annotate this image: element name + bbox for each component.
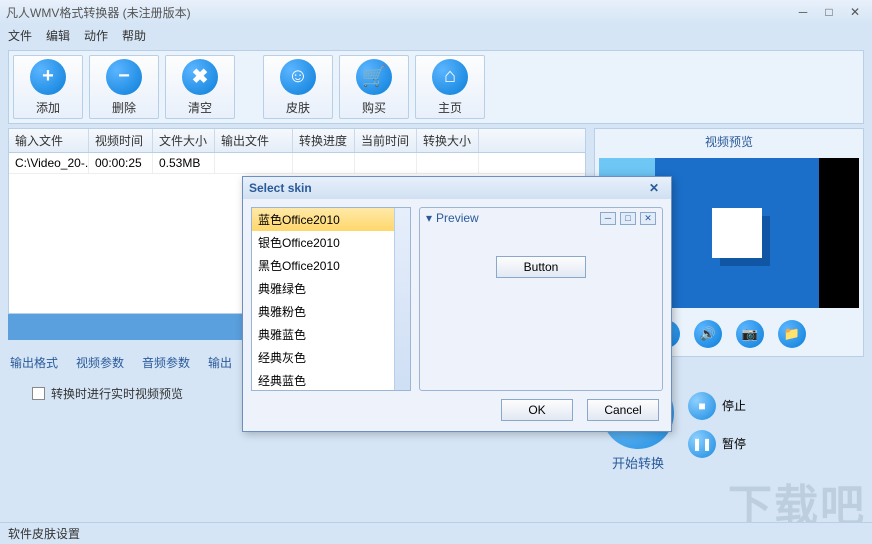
skin-item[interactable]: 经典蓝色 (252, 369, 410, 391)
delete-button[interactable]: −删除 (89, 55, 159, 119)
menu-edit[interactable]: 编辑 (46, 27, 70, 44)
pause-convert-button[interactable]: ❚❚暂停 (688, 430, 746, 458)
smile-icon: ☺ (280, 59, 316, 95)
skin-item[interactable]: 黑色Office2010 (252, 254, 410, 277)
add-button[interactable]: +添加 (13, 55, 83, 119)
start-label: 开始转换 (602, 453, 674, 472)
home-button[interactable]: ⌂主页 (415, 55, 485, 119)
menu-file[interactable]: 文件 (8, 27, 32, 44)
cell-input: C:\Video_20-... (9, 153, 89, 173)
cart-icon: 🛒 (356, 59, 392, 95)
col-curtime[interactable]: 当前时间 (355, 129, 417, 152)
open-folder-button[interactable]: 📁 (778, 320, 806, 348)
dialog-title: Select skin (249, 181, 312, 195)
skin-item[interactable]: 蓝色Office2010 (252, 208, 410, 231)
grid-header: 输入文件 视频时间 文件大小 输出文件 转换进度 当前时间 转换大小 (9, 129, 585, 153)
select-skin-dialog: Select skin ✕ 蓝色Office2010 银色Office2010 … (242, 176, 672, 432)
stop-convert-button[interactable]: ■停止 (688, 392, 746, 420)
preview-max-button[interactable]: □ (620, 212, 636, 225)
skin-item[interactable]: 经典灰色 (252, 346, 410, 369)
skin-item[interactable]: 典雅绿色 (252, 277, 410, 300)
dialog-close-button[interactable]: ✕ (643, 180, 665, 196)
col-input[interactable]: 输入文件 (9, 129, 89, 152)
table-row[interactable]: C:\Video_20-... 00:00:25 0.53MB (9, 153, 585, 174)
menu-help[interactable]: 帮助 (122, 27, 146, 44)
pause-icon: ❚❚ (688, 430, 716, 458)
snapshot-button[interactable]: 📷 (736, 320, 764, 348)
col-output[interactable]: 输出文件 (215, 129, 293, 152)
cell-vtime: 00:00:25 (89, 153, 153, 173)
toolbar: +添加 −删除 ✖清空 ☺皮肤 🛒购买 ⌂主页 (8, 50, 864, 124)
clear-button[interactable]: ✖清空 (165, 55, 235, 119)
title-bar: 凡人WMV格式转换器 (未注册版本) ─ □ ✕ (0, 0, 872, 24)
volume-button[interactable]: 🔊 (694, 320, 722, 348)
ok-button[interactable]: OK (501, 399, 573, 421)
preview-min-button[interactable]: ─ (600, 212, 616, 225)
tab-video-params[interactable]: 视频参数 (76, 350, 124, 375)
preview-close-button[interactable]: ✕ (640, 212, 656, 225)
cancel-button[interactable]: Cancel (587, 399, 659, 421)
tab-audio-params[interactable]: 音频参数 (142, 350, 190, 375)
dialog-titlebar[interactable]: Select skin ✕ (243, 177, 671, 199)
maximize-button[interactable]: □ (818, 4, 840, 20)
skin-button[interactable]: ☺皮肤 (263, 55, 333, 119)
menu-bar: 文件 编辑 动作 帮助 (0, 24, 872, 46)
skin-item[interactable]: 典雅蓝色 (252, 323, 410, 346)
menu-action[interactable]: 动作 (84, 27, 108, 44)
skin-item[interactable]: 银色Office2010 (252, 231, 410, 254)
status-bar: 软件皮肤设置 (0, 522, 872, 544)
col-vtime[interactable]: 视频时间 (89, 129, 153, 152)
skin-item[interactable]: 典雅粉色 (252, 300, 410, 323)
preview-title: 视频预览 (595, 129, 863, 154)
plus-icon: + (30, 59, 66, 95)
tab-output[interactable]: 输出 (208, 350, 232, 375)
x-icon: ✖ (182, 59, 218, 95)
checkbox-label: 转换时进行实时视频预览 (51, 385, 183, 402)
skin-listbox[interactable]: 蓝色Office2010 银色Office2010 黑色Office2010 典… (251, 207, 411, 391)
home-icon: ⌂ (432, 59, 468, 95)
checkbox-icon (32, 387, 45, 400)
tab-output-format[interactable]: 输出格式 (10, 350, 58, 375)
col-fsize[interactable]: 文件大小 (153, 129, 215, 152)
window-title: 凡人WMV格式转换器 (未注册版本) (6, 4, 191, 21)
buy-button[interactable]: 🛒购买 (339, 55, 409, 119)
preview-label: Preview (436, 211, 479, 225)
close-button[interactable]: ✕ (844, 4, 866, 20)
minimize-button[interactable]: ─ (792, 4, 814, 20)
toggle-icon[interactable]: ▾ (426, 211, 432, 225)
stop-icon: ■ (688, 392, 716, 420)
status-text: 软件皮肤设置 (8, 525, 80, 542)
minus-icon: − (106, 59, 142, 95)
col-progress[interactable]: 转换进度 (293, 129, 355, 152)
preview-groupbox: ▾ Preview ─ □ ✕ Button (419, 207, 663, 391)
cell-fsize: 0.53MB (153, 153, 215, 173)
col-csize[interactable]: 转换大小 (417, 129, 479, 152)
preview-sample-button[interactable]: Button (496, 256, 586, 278)
